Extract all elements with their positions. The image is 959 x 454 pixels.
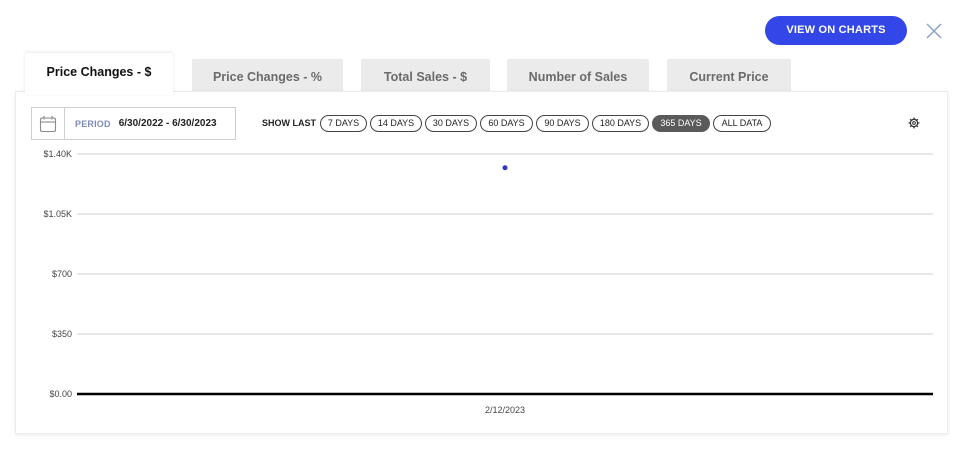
tab-price-changes-dollar[interactable]: Price Changes - $ — [25, 53, 173, 95]
range-pill-7-days[interactable]: 7 DAYS — [320, 115, 367, 132]
view-on-charts-button[interactable]: VIEW ON CHARTS — [765, 16, 907, 45]
tab-number-of-sales[interactable]: Number of Sales — [507, 59, 649, 93]
tab-current-price[interactable]: Current Price — [667, 59, 791, 93]
range-pill-14-days[interactable]: 14 DAYS — [370, 115, 422, 132]
period-selector[interactable]: PERIOD 6/30/2022 - 6/30/2023 — [31, 107, 236, 140]
chart-panel — [15, 91, 948, 434]
calendar-icon[interactable] — [32, 108, 65, 139]
range-pill-60-days[interactable]: 60 DAYS — [480, 115, 533, 132]
show-last-label: SHOW LAST — [262, 118, 316, 128]
range-pill-180-days[interactable]: 180 DAYS — [592, 115, 649, 132]
tab-total-sales[interactable]: Total Sales - $ — [361, 59, 490, 93]
gear-icon[interactable] — [908, 117, 920, 129]
range-pill-90-days[interactable]: 90 DAYS — [536, 115, 589, 132]
close-icon[interactable] — [924, 21, 944, 41]
period-label: PERIOD — [75, 118, 111, 129]
period-value[interactable]: 6/30/2022 - 6/30/2023 — [119, 118, 217, 129]
range-pill-365-days[interactable]: 365 DAYS — [652, 115, 710, 132]
range-pill-all-data[interactable]: ALL DATA — [713, 115, 771, 132]
range-pill-30-days[interactable]: 30 DAYS — [425, 115, 477, 132]
tab-price-changes-percent[interactable]: Price Changes - % — [192, 59, 343, 93]
